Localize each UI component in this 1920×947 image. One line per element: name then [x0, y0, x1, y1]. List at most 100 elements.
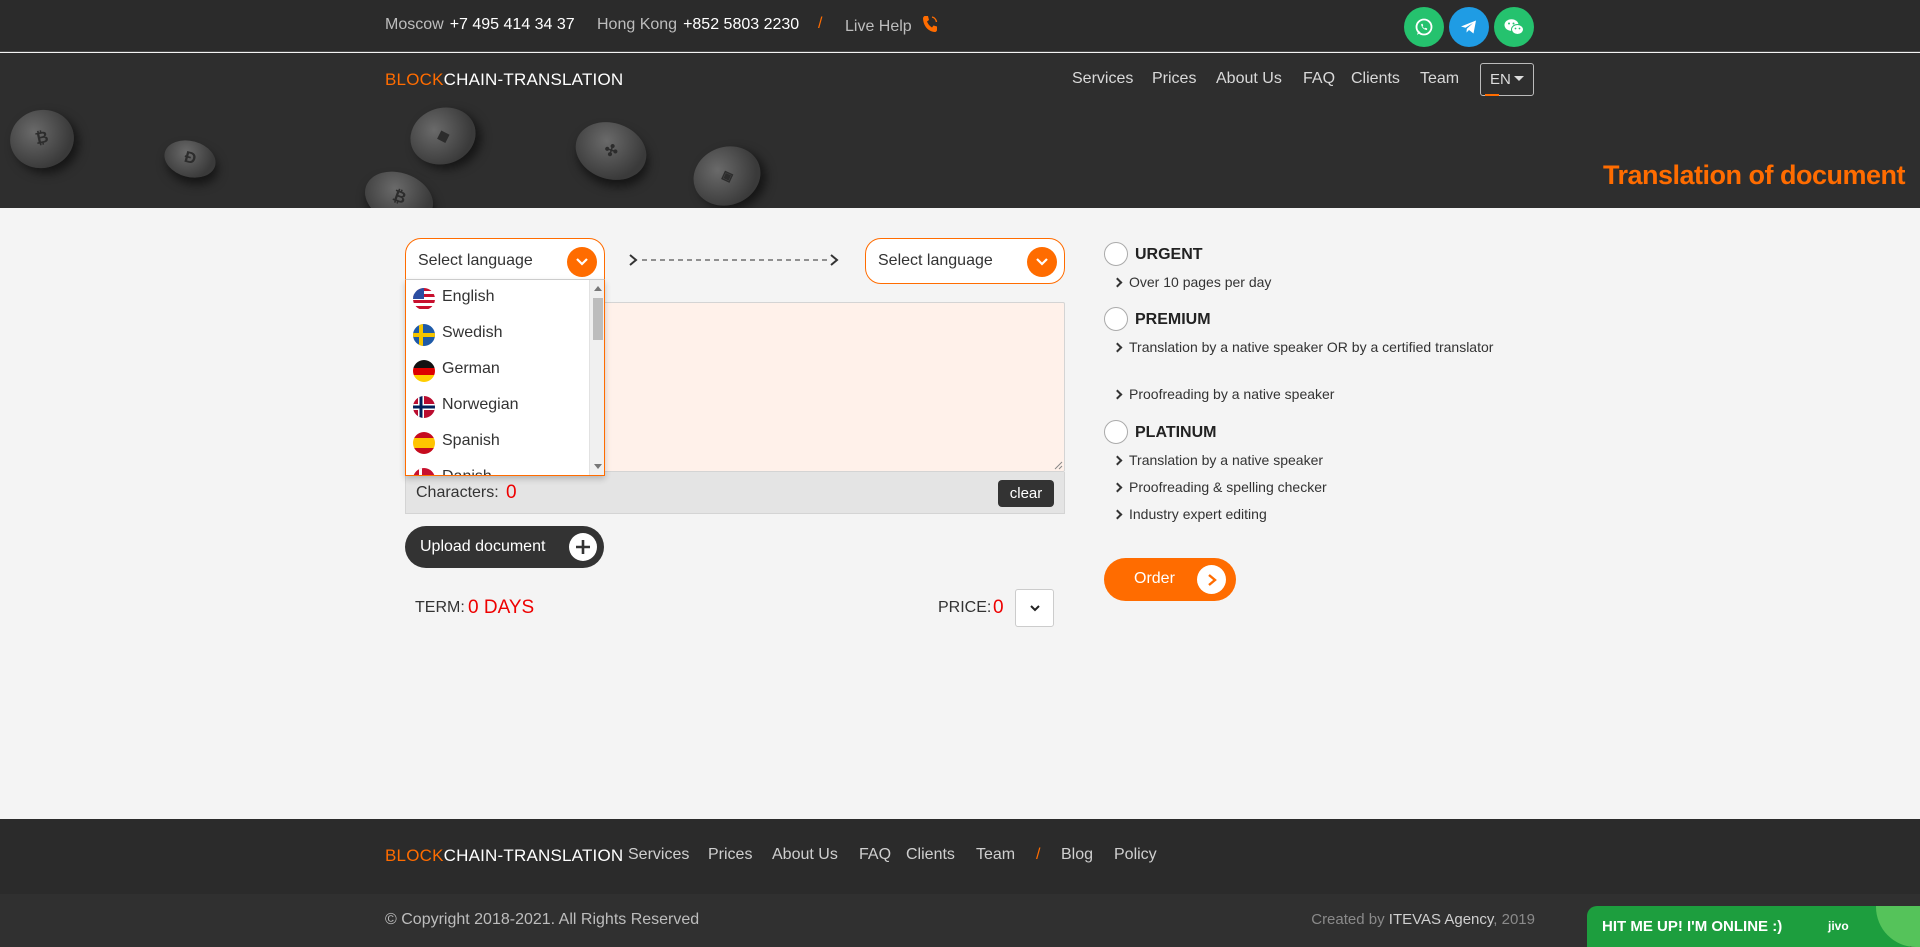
- language-option-spanish[interactable]: Spanish: [406, 424, 588, 460]
- telegram-icon[interactable]: [1449, 7, 1489, 47]
- urgent-radio[interactable]: [1104, 242, 1128, 266]
- dropdown-scrollbar[interactable]: [589, 280, 604, 475]
- currency-select[interactable]: [1015, 589, 1054, 627]
- language-option-norwegian[interactable]: Norwegian: [406, 388, 588, 424]
- nav-team[interactable]: Team: [1420, 70, 1459, 88]
- language-option-label: Norwegian: [442, 396, 519, 413]
- germany-flag-icon: [413, 360, 435, 382]
- footer-logo[interactable]: BLOCKCHAIN-TRANSLATION: [385, 846, 623, 866]
- characters-label: Characters:: [416, 484, 499, 501]
- upload-document-button[interactable]: Upload document: [405, 526, 604, 568]
- chevron-right-icon: [1112, 482, 1123, 493]
- characters-count: 0: [506, 482, 517, 503]
- nav-faq[interactable]: FAQ: [1303, 70, 1335, 88]
- language-option-german[interactable]: German: [406, 352, 588, 388]
- scroll-down-icon[interactable]: [594, 464, 602, 469]
- sweden-flag-icon: [413, 324, 435, 346]
- premium-radio[interactable]: [1104, 307, 1128, 331]
- plan-feature-text: Translation by a native speaker: [1129, 452, 1324, 468]
- language-option-swedish[interactable]: Swedish: [406, 316, 588, 352]
- plan-title-urgent: URGENT: [1135, 246, 1203, 263]
- nav-prices[interactable]: Prices: [1152, 70, 1196, 88]
- arrow-right-icon: [1197, 565, 1226, 594]
- footer-link-faq[interactable]: FAQ: [859, 846, 891, 864]
- page-title: Translation of document: [1602, 160, 1906, 190]
- caret-down-icon: [1513, 76, 1524, 81]
- scroll-up-icon[interactable]: [594, 286, 602, 291]
- target-language-select[interactable]: Select language: [865, 238, 1065, 284]
- language-option-label: Spanish: [442, 432, 500, 449]
- ripple-coin-icon: ✣: [568, 113, 654, 189]
- plan-feature: Translation by a native speaker: [1112, 450, 1324, 471]
- footer-link-clients[interactable]: Clients: [906, 846, 955, 864]
- bitcoin-coin-icon: ₿: [4, 103, 80, 175]
- chat-widget[interactable]: HIT ME UP! I'M ONLINE :) jivo: [1587, 906, 1920, 947]
- plan-feature-text: Translation by a native speaker OR by a …: [1129, 339, 1494, 355]
- contact-city: Hong Kong: [597, 16, 678, 33]
- chevron-right-icon: [1112, 455, 1123, 466]
- price-value: 0: [993, 597, 1004, 618]
- crypto-coin-icon: ◈: [685, 137, 769, 208]
- phone-icon: [922, 15, 938, 38]
- chat-widget-message: HIT ME UP! I'M ONLINE :): [1602, 918, 1783, 935]
- footer-link-about-us[interactable]: About Us: [772, 846, 838, 864]
- plan-feature: Translation by a native speaker OR by a …: [1112, 337, 1494, 358]
- plan-feature: Industry expert editing: [1112, 504, 1267, 525]
- chevron-down-icon: [1027, 247, 1057, 277]
- language-switcher[interactable]: EN: [1480, 63, 1534, 96]
- language-option-english[interactable]: English: [406, 280, 588, 316]
- language-option-label: German: [442, 360, 500, 377]
- hero-banner: ₿ Ð ◆ ₿ ✣ ◈ BLOCKCHAIN-TRANSLATION Trans…: [0, 53, 1920, 208]
- characters-bar: Characters: 0 clear: [405, 472, 1065, 514]
- chat-widget-brand: jivo: [1828, 919, 1849, 933]
- wechat-icon[interactable]: [1494, 7, 1534, 47]
- whatsapp-icon[interactable]: [1404, 7, 1444, 47]
- plan-title-platinum: PLATINUM: [1135, 424, 1217, 441]
- norway-flag-icon: [413, 396, 435, 418]
- footer-link-team[interactable]: Team: [976, 846, 1015, 864]
- copyright: © Copyright 2018-2021. All Rights Reserv…: [385, 911, 700, 928]
- chevron-right-icon: [1112, 389, 1123, 400]
- logo-accent: BLOCK: [385, 846, 444, 865]
- plan-feature-text: Proofreading by a native speaker: [1129, 386, 1335, 402]
- live-help-link[interactable]: Live Help: [845, 15, 938, 38]
- footer-link-blog[interactable]: Blog: [1061, 846, 1093, 864]
- live-help-label: Live Help: [845, 18, 912, 35]
- term-value: 0 DAYS: [468, 597, 535, 618]
- logo[interactable]: BLOCKCHAIN-TRANSLATION: [385, 70, 623, 90]
- active-underline: [1485, 94, 1499, 96]
- direction-arrow-icon: [629, 254, 839, 266]
- platinum-radio[interactable]: [1104, 420, 1128, 444]
- contact-phone[interactable]: +852 5803 2230: [683, 16, 799, 33]
- agency-link[interactable]: ITEVAS Agency: [1389, 911, 1494, 928]
- source-language-select[interactable]: Select language: [405, 238, 605, 280]
- contact-moscow: Moscow +7 495 414 34 37: [385, 16, 575, 34]
- spain-flag-icon: [413, 432, 435, 454]
- language-option-label: Danish: [442, 468, 492, 475]
- price-label: PRICE:: [938, 599, 992, 616]
- resize-handle-icon[interactable]: [1053, 460, 1063, 470]
- nav-services[interactable]: Services: [1072, 70, 1133, 88]
- logo-text: CHAIN-TRANSLATION: [443, 846, 624, 865]
- contact-phone[interactable]: +7 495 414 34 37: [450, 16, 575, 33]
- separator: /: [818, 15, 823, 32]
- order-button[interactable]: Order: [1104, 558, 1236, 601]
- plan-feature: Proofreading & spelling checker: [1112, 477, 1327, 498]
- nav-about-us[interactable]: About Us: [1216, 70, 1282, 88]
- footer-link-policy[interactable]: Policy: [1114, 846, 1157, 864]
- clear-button[interactable]: clear: [998, 480, 1054, 507]
- plan-feature-text: Over 10 pages per day: [1129, 274, 1272, 290]
- term-label: TERM:: [415, 599, 465, 616]
- logo-text: CHAIN-TRANSLATION: [443, 70, 624, 89]
- footer-link-services[interactable]: Services: [628, 846, 689, 864]
- crypto-coin-icon: Ð: [160, 134, 220, 184]
- scrollbar-thumb[interactable]: [593, 298, 603, 340]
- footer-link-prices[interactable]: Prices: [708, 846, 752, 864]
- created-by: Created by ITEVAS Agency, 2019: [1311, 911, 1535, 928]
- nav-clients[interactable]: Clients: [1351, 70, 1400, 88]
- plan-title-premium: PREMIUM: [1135, 311, 1211, 328]
- order-label: Order: [1134, 570, 1175, 587]
- language-label: EN: [1490, 71, 1511, 88]
- language-option-danish[interactable]: Danish: [406, 460, 588, 475]
- language-dropdown: English Swedish German Norwegian Spanish…: [405, 279, 605, 476]
